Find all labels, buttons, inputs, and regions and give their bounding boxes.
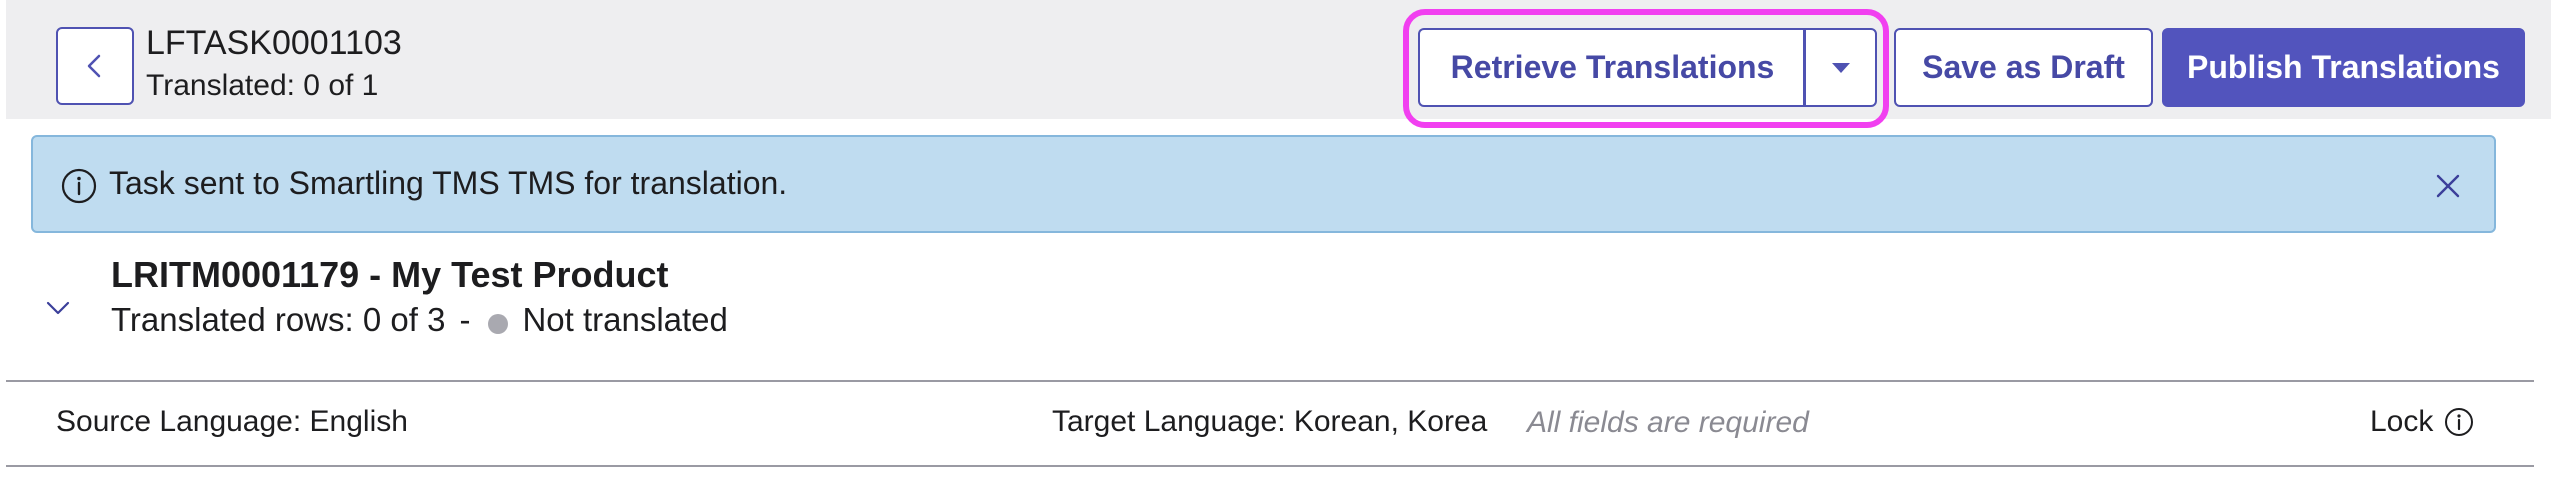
info-banner: Task sent to Smartling TMS TMS for trans… bbox=[31, 135, 2496, 233]
item-title: LRITM0001179 - My Test Product bbox=[111, 254, 669, 295]
chevron-down-icon[interactable] bbox=[40, 290, 76, 326]
lock-label: Lock bbox=[2370, 405, 2434, 438]
status-separator: - bbox=[459, 301, 471, 338]
retrieve-translations-button[interactable]: Retrieve Translations bbox=[1418, 28, 1805, 107]
status-label: Not translated bbox=[522, 301, 728, 338]
divider bbox=[6, 380, 2534, 382]
chevron-left-icon bbox=[87, 54, 101, 78]
required-note: All fields are required bbox=[1527, 406, 1809, 439]
save-as-draft-button[interactable]: Save as Draft bbox=[1894, 28, 2153, 107]
translated-status: Translated: 0 of 1 bbox=[146, 69, 379, 102]
rows-status: Translated rows: 0 of 3 bbox=[111, 301, 446, 338]
info-icon[interactable] bbox=[2443, 406, 2475, 438]
retrieve-options-dropdown[interactable] bbox=[1803, 28, 1877, 107]
banner-message: Task sent to Smartling TMS TMS for trans… bbox=[109, 165, 788, 201]
lock-control[interactable]: Lock bbox=[2370, 405, 2475, 439]
publish-translations-button[interactable]: Publish Translations bbox=[2162, 28, 2525, 107]
source-language: Source Language: English bbox=[56, 405, 408, 438]
back-button[interactable] bbox=[56, 27, 134, 105]
task-id: LFTASK0001103 bbox=[146, 24, 402, 62]
divider bbox=[6, 465, 2534, 467]
info-icon bbox=[61, 168, 97, 204]
item-status-line: Translated rows: 0 of 3 - Not translated bbox=[111, 301, 728, 339]
target-language: Target Language: Korean, Korea bbox=[1052, 405, 1488, 438]
status-dot bbox=[488, 314, 509, 334]
caret-down-icon bbox=[1831, 62, 1850, 73]
close-icon[interactable] bbox=[2431, 169, 2465, 203]
